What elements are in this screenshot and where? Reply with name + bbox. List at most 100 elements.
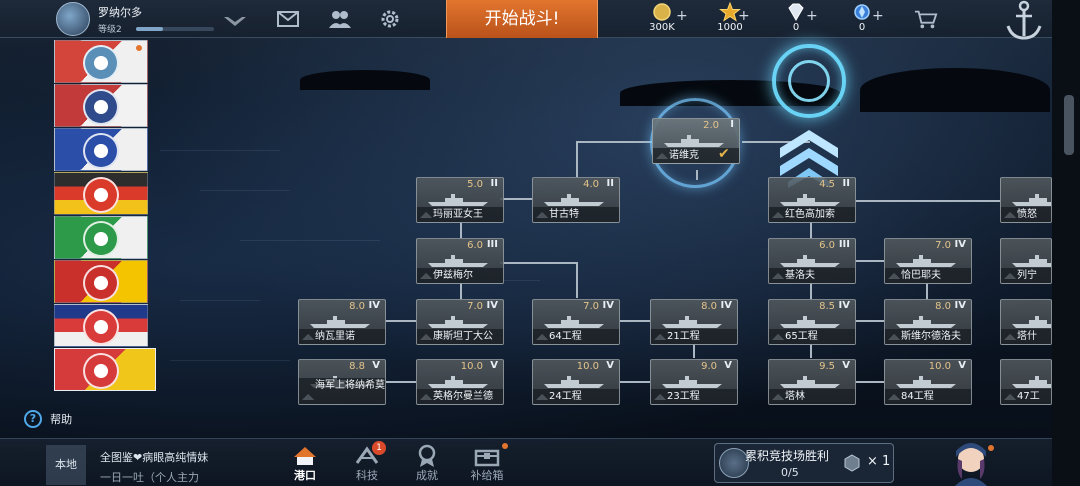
ship-card-taqi[interactable]: ◢◣ 塔什 [1000, 299, 1052, 345]
battle-rating: 9.0 [701, 361, 717, 372]
battle-rating: 9.5 [819, 361, 835, 372]
ship-name: 甘古特 [533, 207, 619, 222]
tier-numeral: II [606, 178, 614, 189]
ship-card-fennu[interactable]: ◢◣ 愤怒 [1000, 177, 1052, 223]
ship-silhouette-icon [1012, 316, 1051, 328]
ship-name: 海军上将纳希莫夫 [299, 378, 385, 404]
tier-numeral: V [606, 360, 614, 371]
battle-rating: 8.0 [935, 301, 951, 312]
arena-title: 累积竞技场胜利 [745, 449, 830, 463]
ship-silhouette-icon [780, 376, 840, 388]
chat-message[interactable]: 一日一吐（个人主力 [100, 469, 199, 485]
ship-silhouette-icon [544, 376, 604, 388]
harbor-icon [294, 447, 316, 465]
ship-card-47gc[interactable]: ◢◣ 47工 [1000, 359, 1052, 405]
arena-progress: 0/5 [781, 466, 799, 479]
battle-rating: 4.5 [819, 179, 835, 190]
ship-name: 65工程 [769, 329, 855, 344]
battle-rating: 10.0 [460, 361, 483, 372]
ship-name: 愤怒 [1001, 207, 1051, 222]
bottom-bar: 本地 全图鉴❤病眼高纯情妹 一日一吐（个人主力 港口 科技 1 成就 补给箱 累… [0, 438, 1080, 486]
tier-numeral: II [490, 178, 498, 189]
tier-numeral: I [730, 119, 734, 130]
ship-silhouette-icon [1012, 376, 1051, 388]
nav-harbor[interactable]: 港口 [280, 443, 330, 486]
battle-rating: 8.5 [819, 301, 835, 312]
ship-card-qiabayefu[interactable]: 7.0 IV ◢◣ 恰巴耶夫 [884, 238, 972, 284]
ship-silhouette-icon [544, 194, 604, 206]
research-target-icon[interactable] [772, 44, 846, 118]
notification-dot [988, 445, 994, 451]
nav-supply-box[interactable]: 补给箱 [462, 443, 512, 486]
tier-numeral: V [372, 360, 380, 371]
ship-name: 列宁 [1001, 268, 1051, 283]
ship-card-haijun[interactable]: 8.8 V ◢◣ 海军上将纳希莫夫 [298, 359, 386, 405]
ship-card-malia[interactable]: 5.0 II ◢◣ 玛丽亚女王 [416, 177, 504, 223]
battle-rating: 8.8 [349, 361, 365, 372]
notification-badge: 1 [372, 441, 386, 455]
ship-name: 恰巴耶夫 [885, 268, 971, 283]
ship-silhouette-icon [310, 316, 370, 328]
ship-silhouette-icon [428, 376, 488, 388]
tier-numeral: II [842, 178, 850, 189]
chat-message[interactable]: 全图鉴❤病眼高纯情妹 [100, 449, 208, 465]
ship-silhouette-icon [544, 316, 604, 328]
notification-dot [502, 443, 508, 449]
nav-achievement[interactable]: 成就 [402, 443, 452, 486]
battle-rating: 6.0 [467, 240, 483, 251]
battle-rating: 2.0 [703, 120, 719, 131]
ship-silhouette-icon [780, 316, 840, 328]
ship-card-kangsitanding[interactable]: 7.0 IV ◢◣ 康斯坦丁大公 [416, 299, 504, 345]
ship-name: 斯维尔德洛夫 [885, 329, 971, 344]
tier-numeral: IV [602, 300, 614, 311]
tier-numeral: IV [954, 239, 966, 250]
ship-card-84gc[interactable]: 10.0 V ◢◣ 84工程 [884, 359, 972, 405]
ship-card-24gc[interactable]: 10.0 V ◢◣ 24工程 [532, 359, 620, 405]
battle-rating: 6.0 [819, 240, 835, 251]
nav-tech[interactable]: 科技 1 [342, 441, 392, 486]
ship-card-gangute[interactable]: 4.0 II ◢◣ 甘古特 [532, 177, 620, 223]
tier-numeral: V [490, 360, 498, 371]
ship-name: 基洛夫 [769, 268, 855, 283]
ship-name: 玛丽亚女王 [417, 207, 503, 222]
arena-win-task[interactable]: 累积竞技场胜利 0/5 × 1 [714, 443, 894, 483]
tier-numeral: IV [368, 300, 380, 311]
ship-name: 84工程 [885, 389, 971, 404]
ship-silhouette-icon [780, 255, 840, 267]
tier-numeral: IV [838, 300, 850, 311]
ship-card-siweier[interactable]: 8.0 IV ◢◣ 斯维尔德洛夫 [884, 299, 972, 345]
ship-card-23gc[interactable]: 9.0 V ◢◣ 23工程 [650, 359, 738, 405]
ship-card-yizimaer[interactable]: 6.0 III ◢◣ 伊兹梅尔 [416, 238, 504, 284]
ship-silhouette-icon [664, 135, 724, 147]
tier-numeral: IV [954, 300, 966, 311]
ship-silhouette-icon [428, 316, 488, 328]
ship-card-65gc[interactable]: 8.5 IV ◢◣ 65工程 [768, 299, 856, 345]
battle-rating: 7.0 [583, 301, 599, 312]
chat-channel-local-tab[interactable]: 本地 [46, 445, 86, 485]
ship-card-64gc[interactable]: 7.0 IV ◢◣ 64工程 [532, 299, 620, 345]
ship-silhouette-icon [780, 194, 840, 206]
ship-card-yinggeer[interactable]: 10.0 V ◢◣ 英格尔曼兰德 [416, 359, 504, 405]
captain-avatar[interactable] [948, 439, 994, 486]
ship-silhouette-icon [662, 376, 722, 388]
ship-name: 红色高加索 [769, 207, 855, 222]
ship-card-hongse[interactable]: 4.5 II ◢◣ 红色高加索 [768, 177, 856, 223]
ship-name: 康斯坦丁大公 [417, 329, 503, 344]
ship-card-nawali[interactable]: 8.0 IV ◢◣ 纳瓦里诺 [298, 299, 386, 345]
ship-name: 英格尔曼兰德 [417, 389, 503, 404]
tier-numeral: IV [486, 300, 498, 311]
ship-card-lieningrad[interactable]: ◢◣ 列宁 [1000, 238, 1052, 284]
ship-card-21gc[interactable]: 8.0 IV ◢◣ 21工程 [650, 299, 738, 345]
ship-name: 21工程 [651, 329, 737, 344]
screen-edge [1052, 0, 1080, 486]
battle-rating: 5.0 [467, 179, 483, 190]
ship-silhouette-icon [896, 376, 956, 388]
ship-card-talin[interactable]: 9.5 V ◢◣ 塔林 [768, 359, 856, 405]
drawer-handle[interactable] [1064, 95, 1074, 155]
ship-card-jiluofu[interactable]: 6.0 III ◢◣ 基洛夫 [768, 238, 856, 284]
ship-silhouette-icon [428, 194, 488, 206]
battle-rating: 8.0 [701, 301, 717, 312]
ship-name: 伊兹梅尔 [417, 268, 503, 283]
tier-numeral: III [838, 239, 850, 250]
ship-silhouette-icon [896, 255, 956, 267]
